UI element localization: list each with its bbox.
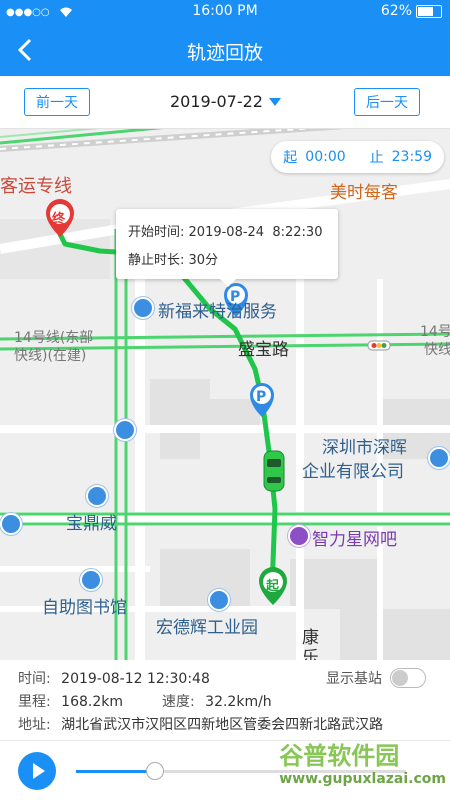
watermark: 谷普软件园 www.gupuxlazai.com: [279, 736, 446, 787]
mileage-label: 里程:: [18, 694, 51, 710]
playback-thumb[interactable]: [146, 762, 165, 780]
car-icon: [263, 450, 285, 492]
watermark-line1: 谷普软件园: [279, 742, 400, 770]
building-icon: [132, 297, 154, 319]
map-label: 14号线(东部: [14, 330, 94, 346]
building-icon: [86, 485, 108, 507]
building-icon: [208, 589, 230, 611]
date-bar: 前一天 2019-07-22 后一天: [0, 76, 450, 129]
speed-label: 速度:: [162, 694, 195, 710]
nav-bar: 轨迹回放: [0, 24, 450, 76]
bus-stop-icon: [114, 419, 136, 441]
start-time-value: 00:00: [305, 149, 346, 165]
battery-percent: 62%: [380, 3, 412, 19]
end-time-value: 23:59: [391, 149, 432, 165]
next-day-button[interactable]: 后一天: [354, 88, 420, 116]
mileage-value: 168.2km: [61, 694, 123, 710]
map-label: 快线: [424, 342, 450, 358]
map-label: 宝鼎威: [66, 514, 117, 534]
building-icon: [428, 447, 450, 469]
end-marker-label: 终: [52, 212, 66, 227]
map-label: 盛宝路: [238, 340, 289, 360]
popup-duration-value: 30分: [188, 253, 219, 268]
popup-start-label: 开始时间:: [128, 225, 185, 240]
date-selector[interactable]: 2019-07-22: [170, 92, 281, 111]
show-station-label: 显示基站: [326, 671, 382, 687]
dropdown-triangle-icon: [268, 97, 281, 106]
map-label: 宏德辉工业园: [156, 618, 258, 638]
prev-day-button[interactable]: 前一天: [24, 88, 90, 116]
status-bar: ●●●○○ 16:00 PM 62%: [0, 0, 450, 24]
time-range-pill[interactable]: 起 00:00 止 23:59: [271, 141, 444, 173]
popup-start-value: 2019-08-24 8:22:30: [188, 225, 323, 240]
watermark-line2: www.gupuxlazai.com: [279, 771, 446, 787]
map-label: 快线)(在建): [14, 348, 87, 364]
popup-duration-label: 静止时长:: [128, 253, 185, 268]
time-value: 2019-08-12 12:30:48: [61, 671, 210, 687]
play-button[interactable]: [18, 752, 56, 790]
map-label: 自助图书馆: [42, 598, 127, 618]
show-station-toggle[interactable]: [390, 668, 426, 688]
battery-icon: [416, 4, 442, 18]
speed-value: 32.2km/h: [205, 694, 272, 710]
map-label: 14号: [420, 324, 450, 340]
map-label: 智力星网吧: [312, 530, 397, 550]
address-value: 湖北省武汉市汉阳区四新地区管委会四新北路武汉路: [61, 717, 384, 733]
date-value: 2019-07-22: [170, 92, 263, 111]
map-label: 企业有限公司: [302, 462, 404, 482]
map-label: 新福来特治服务: [158, 302, 277, 322]
map-label: 美时每客: [330, 183, 398, 203]
time-label: 时间:: [18, 671, 51, 687]
internet-cafe-icon: [288, 525, 310, 547]
stop-info-popup: 开始时间: 2019-08-24 8:22:30 静止时长: 30分: [116, 209, 338, 287]
address-label: 地址:: [18, 717, 51, 733]
map-label: 客运专线: [0, 176, 72, 197]
map-label: 深圳市深晖: [322, 438, 407, 458]
page-title: 轨迹回放: [186, 42, 263, 64]
bus-stop-icon: [0, 513, 22, 535]
track-info-panel: 时间: 2019-08-12 12:30:48 里程: 168.2km 速度: …: [0, 660, 450, 740]
svg-text:P: P: [256, 389, 266, 405]
building-icon: [80, 569, 102, 591]
start-time-label: 起: [283, 150, 298, 166]
map-label: 乐: [302, 648, 319, 660]
start-marker-label: 起: [266, 579, 280, 594]
end-time-label: 止: [369, 150, 384, 166]
map-view[interactable]: P P 终 起 客运专线 美时每客 新福来特治服务 盛宝路 14号线(东部 快线…: [0, 129, 450, 660]
playback-progress: [76, 770, 156, 773]
